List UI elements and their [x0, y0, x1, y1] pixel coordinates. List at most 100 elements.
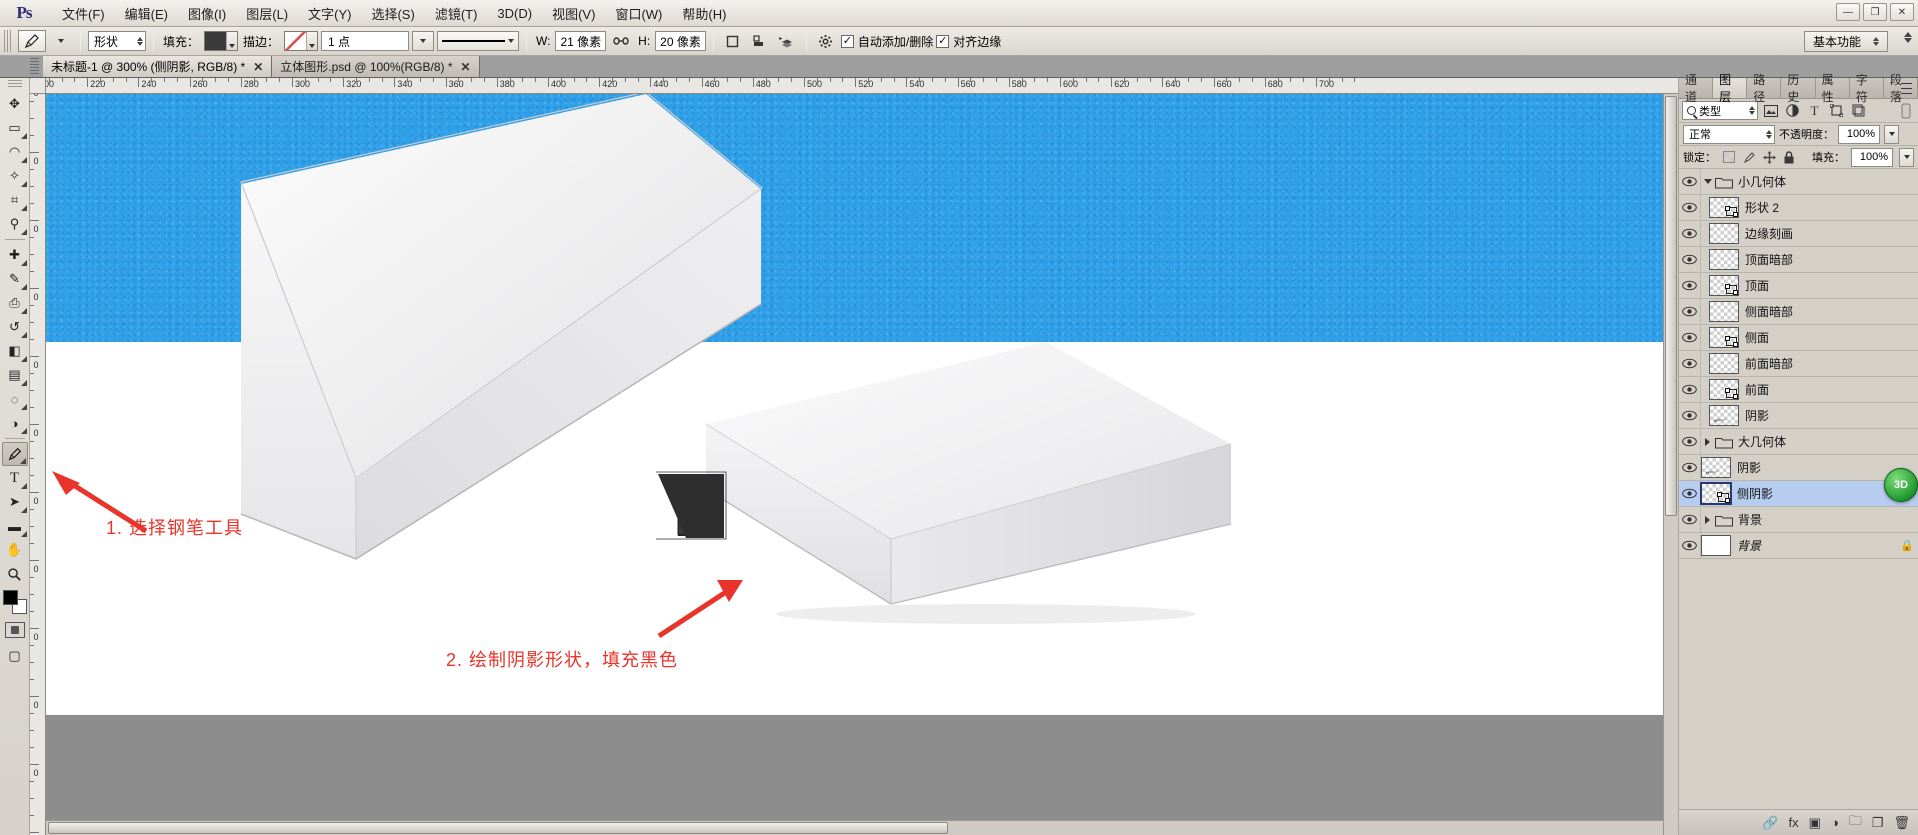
- stroke-dropdown-arrow[interactable]: [306, 32, 318, 50]
- menu-select[interactable]: 选择(S): [361, 1, 424, 26]
- fill-color-swatch[interactable]: [204, 31, 239, 51]
- height-input[interactable]: 20 像素: [655, 31, 706, 51]
- layer-row[interactable]: 阴影: [1679, 403, 1918, 429]
- tool-eraser[interactable]: ◧: [2, 339, 28, 363]
- layer-visibility-icon[interactable]: [1679, 169, 1701, 194]
- tab-bar-grip[interactable]: [30, 57, 39, 76]
- tools-panel-grip[interactable]: [7, 80, 22, 89]
- tab-character[interactable]: 字符: [1850, 73, 1884, 104]
- screen-mode-icon[interactable]: ▢: [2, 644, 28, 668]
- foreground-color-swatch[interactable]: [2, 590, 18, 605]
- layer-style-icon[interactable]: fx: [1789, 815, 1799, 830]
- close-button[interactable]: ✕: [1890, 3, 1914, 21]
- link-layers-icon[interactable]: 🔗: [1762, 815, 1778, 831]
- layer-visibility-icon[interactable]: [1679, 507, 1701, 532]
- canvas-vertical-scrollbar[interactable]: [1663, 94, 1678, 835]
- panel-menu-icon[interactable]: [1901, 82, 1915, 95]
- stroke-weight-dropdown[interactable]: [412, 31, 435, 51]
- tool-marquee[interactable]: ▭: [2, 116, 28, 140]
- layer-row[interactable]: 顶面暗部: [1679, 247, 1918, 273]
- tool-clone-stamp[interactable]: ⎙: [2, 291, 28, 315]
- menu-layer[interactable]: 图层(L): [236, 1, 298, 26]
- menu-help[interactable]: 帮助(H): [672, 1, 736, 26]
- layer-visibility-icon[interactable]: [1679, 247, 1701, 272]
- tool-gradient[interactable]: ▤: [2, 363, 28, 387]
- tool-eyedropper[interactable]: ⚲: [2, 212, 28, 236]
- layer-visibility-icon[interactable]: [1679, 377, 1701, 402]
- menu-3d[interactable]: 3D(D): [487, 3, 542, 24]
- path-arrangement-icon[interactable]: [775, 30, 799, 52]
- layer-thumbnail[interactable]: [1709, 223, 1739, 244]
- layer-thumbnail[interactable]: [1709, 353, 1739, 374]
- document-tab-1[interactable]: 未标题-1 @ 300% (侧阴影, RGB/8) * ✕: [43, 56, 273, 77]
- layer-thumbnail[interactable]: [1709, 197, 1739, 218]
- badge-3d[interactable]: 3D: [1884, 468, 1918, 502]
- tool-zoom[interactable]: [2, 562, 28, 586]
- fill-dropdown-arrow[interactable]: [226, 32, 238, 50]
- layer-group-twisty[interactable]: [1701, 179, 1714, 184]
- tool-hand[interactable]: ✋: [2, 538, 28, 562]
- menu-view[interactable]: 视图(V): [542, 1, 605, 26]
- layer-group-twisty[interactable]: [1701, 515, 1714, 524]
- canvas-horizontal-scrollbar[interactable]: [46, 820, 1663, 835]
- stroke-color-swatch[interactable]: [284, 31, 319, 51]
- tab-layers[interactable]: 图层: [1713, 73, 1748, 104]
- tool-move[interactable]: ✥: [2, 92, 28, 116]
- menu-window[interactable]: 窗口(W): [605, 1, 672, 26]
- layer-row[interactable]: 阴影: [1679, 455, 1918, 481]
- tab-paths[interactable]: 路径: [1747, 73, 1782, 104]
- workspace-switcher[interactable]: 基本功能: [1803, 31, 1888, 52]
- tool-crop[interactable]: ⌗: [2, 188, 28, 212]
- document-tab-1-close-icon[interactable]: ✕: [253, 60, 263, 74]
- width-input[interactable]: 21 像素: [555, 31, 607, 51]
- tool-lasso[interactable]: ◠: [2, 140, 28, 164]
- lock-transparent-icon[interactable]: [1722, 150, 1736, 164]
- lock-all-icon[interactable]: [1782, 150, 1796, 164]
- fill-opacity-input[interactable]: 100%: [1851, 147, 1893, 167]
- layer-row[interactable]: 前面暗部: [1679, 351, 1918, 377]
- layer-thumbnail[interactable]: [1700, 482, 1732, 505]
- layer-row[interactable]: 前面: [1679, 377, 1918, 403]
- tool-brush[interactable]: ✎: [2, 267, 28, 291]
- adjustment-layer-icon[interactable]: ◑: [1831, 815, 1839, 830]
- layer-row[interactable]: 边缘刻画: [1679, 221, 1918, 247]
- layer-thumbnail[interactable]: [1709, 405, 1739, 426]
- options-bar-grip[interactable]: [4, 30, 12, 52]
- layer-row[interactable]: 形状 2: [1679, 195, 1918, 221]
- fill-opacity-dropdown[interactable]: [1899, 147, 1914, 167]
- layer-row[interactable]: 侧阴影: [1679, 481, 1918, 507]
- menu-file[interactable]: 文件(F): [52, 1, 115, 26]
- align-edges-checkbox[interactable]: ✓ 对齐边缘: [936, 33, 1001, 50]
- delete-layer-icon[interactable]: 🗑: [1893, 815, 1910, 831]
- maximize-button[interactable]: ❐: [1863, 3, 1887, 21]
- document-tab-2-close-icon[interactable]: ✕: [461, 60, 471, 74]
- layer-thumbnail[interactable]: [1701, 457, 1731, 478]
- gear-icon[interactable]: [814, 30, 838, 52]
- layer-visibility-icon[interactable]: [1679, 351, 1701, 376]
- tool-rectangle[interactable]: ▬: [2, 514, 28, 538]
- layer-row[interactable]: 小几何体: [1679, 169, 1918, 195]
- lock-position-icon[interactable]: [1762, 150, 1776, 164]
- tool-path-selection[interactable]: ➤: [2, 490, 28, 514]
- layer-row[interactable]: 侧面暗部: [1679, 299, 1918, 325]
- tool-dodge[interactable]: ◑: [2, 411, 28, 435]
- layer-row[interactable]: 顶面: [1679, 273, 1918, 299]
- layer-visibility-icon[interactable]: [1679, 481, 1701, 506]
- blend-mode-select[interactable]: 正常: [1683, 124, 1775, 144]
- tool-type[interactable]: T: [2, 466, 28, 490]
- layer-visibility-icon[interactable]: [1679, 195, 1701, 220]
- path-alignment-icon[interactable]: [748, 30, 772, 52]
- pen-tool-icon[interactable]: [18, 30, 46, 52]
- quick-mask-icon[interactable]: [4, 622, 25, 638]
- menu-filter[interactable]: 滤镜(T): [425, 1, 488, 26]
- lock-image-icon[interactable]: [1742, 150, 1756, 164]
- layer-visibility-icon[interactable]: [1679, 403, 1701, 428]
- layer-row[interactable]: 背景: [1679, 507, 1918, 533]
- path-operations-icon[interactable]: [721, 30, 745, 52]
- layer-thumbnail[interactable]: [1709, 249, 1739, 270]
- options-overflow-arrows[interactable]: [1904, 32, 1912, 43]
- layer-thumbnail[interactable]: [1709, 301, 1739, 322]
- foreground-background-colors[interactable]: [2, 590, 27, 614]
- layer-visibility-icon[interactable]: [1679, 221, 1701, 246]
- layer-group-twisty[interactable]: [1701, 437, 1714, 446]
